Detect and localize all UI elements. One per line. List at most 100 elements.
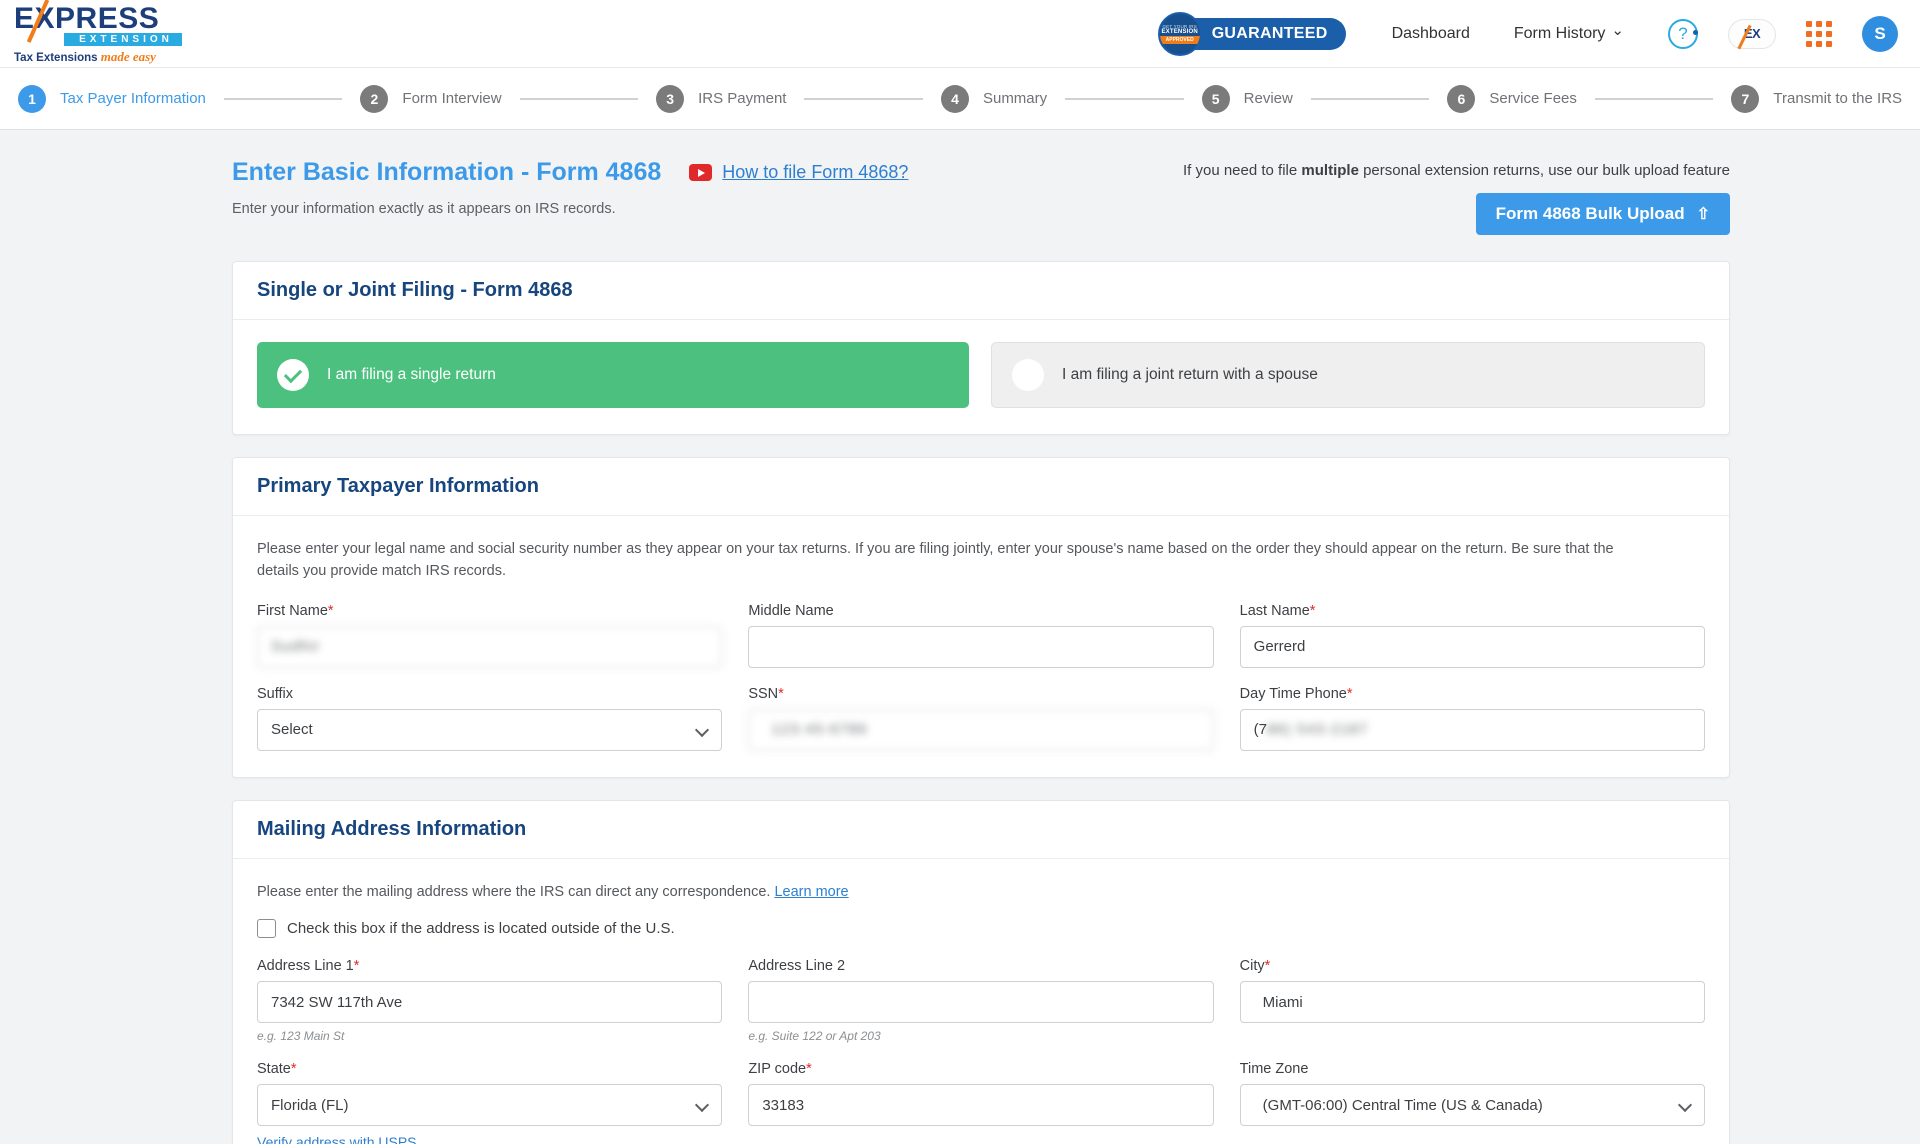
page-title-row: Enter Basic Information - Form 4868 How … [232, 158, 1183, 187]
step-1-tax-payer-information[interactable]: 1 Tax Payer Information [18, 84, 206, 113]
last-name-field: Last Name* [1239, 602, 1705, 668]
filing-choice-single[interactable]: I am filing a single return [257, 342, 969, 408]
ssn-input[interactable] [748, 708, 1214, 751]
step-connector-3 [804, 97, 923, 100]
step-7-transmit-to-the-irs[interactable]: 7 Transmit to the IRS [1731, 84, 1903, 113]
phone-visible-prefix: (7 [1253, 721, 1267, 739]
page-subtitle: Enter your information exactly as it app… [232, 201, 616, 217]
suffix-field: Suffix [257, 685, 723, 751]
zip-code-input[interactable] [748, 1084, 1214, 1127]
address-line-2-field: Address Line 2 e.g. Suite 122 or Apt 203 [748, 958, 1214, 1044]
mailing-address-card-header: Mailing Address Information [233, 801, 1729, 859]
address-line-1-input[interactable] [257, 981, 723, 1024]
filing-choice-row: I am filing a single return I am filing … [257, 342, 1705, 408]
approved-seal-icon: GET YOUR IRS EXTENSION APPROVED [1157, 11, 1202, 56]
page-title: Enter Basic Information - Form 4868 [232, 158, 662, 186]
check-circle-icon [277, 359, 309, 391]
city-label: City* [1240, 958, 1705, 974]
logo-tagline: Tax Extensions made easy [14, 49, 184, 65]
last-name-input[interactable] [1239, 625, 1705, 668]
tagline-italic: made easy [100, 49, 156, 64]
required-marker: * [1309, 602, 1316, 619]
progress-stepper: 1 Tax Payer Information 2 Form Interview… [0, 68, 1920, 130]
mailing-address-card: Mailing Address Information Please enter… [232, 799, 1730, 1144]
question-mark-icon[interactable]: ? [1668, 18, 1698, 49]
zip-code-field: ZIP code* [748, 1061, 1214, 1144]
ex-cloud-button[interactable]: EX [1728, 18, 1776, 49]
first-name-input[interactable] [257, 625, 723, 668]
user-avatar[interactable]: S [1862, 15, 1898, 52]
bulk-note-suffix: personal extension returns, use our bulk… [1358, 162, 1730, 179]
filing-type-card: Single or Joint Filing - Form 4868 I am … [232, 261, 1730, 435]
middle-name-input[interactable] [748, 625, 1214, 668]
apps-grid-icon[interactable] [1806, 20, 1832, 47]
city-label-text: City [1239, 958, 1265, 975]
primary-taxpayer-card-body: Please enter your legal name and social … [233, 516, 1729, 777]
step-3-irs-payment[interactable]: 3 IRS Payment [656, 84, 786, 113]
upload-arrow-icon: ⇧ [1696, 206, 1710, 223]
time-zone-field: Time Zone [1239, 1061, 1705, 1144]
primary-taxpayer-title: Primary Taxpayer Information [257, 475, 539, 497]
step-7-label: Transmit to the IRS [1773, 90, 1903, 107]
page-header-right: If you need to file multiple personal ex… [1183, 158, 1730, 235]
filing-choice-joint[interactable]: I am filing a joint return with a spouse [991, 342, 1705, 408]
address-line-2-hint: e.g. Suite 122 or Apt 203 [748, 1029, 881, 1044]
step-6-service-fees[interactable]: 6 Service Fees [1447, 84, 1577, 113]
city-field: City* [1239, 958, 1705, 1043]
how-to-file-link[interactable]: How to file Form 4868? [722, 162, 908, 183]
outside-us-checkbox[interactable] [257, 919, 276, 939]
learn-more-link[interactable]: Learn more [774, 884, 848, 900]
day-time-phone-label: Day Time Phone* [1240, 686, 1705, 702]
step-connector-5 [1310, 97, 1430, 100]
ssn-label-text: SSN [748, 685, 779, 702]
step-5-review[interactable]: 5 Review [1201, 84, 1293, 113]
help-button[interactable]: ? [1668, 18, 1698, 49]
state-field: State* Verify address with USPS [257, 1061, 723, 1144]
step-2-number: 2 [360, 84, 389, 113]
last-name-label-text: Last Name [1239, 602, 1310, 619]
step-2-form-interview[interactable]: 2 Form Interview [360, 84, 502, 113]
step-7-number: 7 [1731, 84, 1760, 113]
ssn-field: SSN* [748, 685, 1214, 751]
nav-dashboard[interactable]: Dashboard [1392, 25, 1470, 43]
address-line-1-label: Address Line 1* [257, 958, 722, 974]
first-name-label: First Name* [257, 603, 722, 619]
ex-cloud-icon[interactable]: EX [1728, 18, 1776, 49]
filing-type-card-body: I am filing a single return I am filing … [233, 320, 1729, 434]
middle-name-label: Middle Name [748, 602, 834, 619]
address-line-2-label: Address Line 2 [748, 958, 846, 975]
nav-form-history[interactable]: Form History [1514, 24, 1624, 43]
middle-name-field: Middle Name [748, 602, 1214, 668]
ssn-field-row: Suffix SSN* Day Time Phone* [257, 686, 1705, 751]
step-5-label: Review [1243, 90, 1293, 107]
logo-mark: EXPRESS [14, 0, 184, 43]
time-zone-label: Time Zone [1239, 1061, 1309, 1078]
first-name-label-text: First Name [257, 602, 328, 619]
required-marker: * [778, 685, 784, 702]
filing-type-card-header: Single or Joint Filing - Form 4868 [233, 262, 1729, 320]
required-marker: * [290, 1061, 297, 1078]
primary-taxpayer-helper: Please enter your legal name and social … [257, 541, 1614, 580]
step-5-number: 5 [1201, 84, 1230, 113]
step-connector-4 [1065, 97, 1184, 100]
day-time-phone-input[interactable]: (7 86) 543-2187 [1239, 708, 1705, 751]
brand-logo[interactable]: EXPRESS EXTENSION Tax Extensions made ea… [14, 0, 184, 65]
page-header-left: Enter Basic Information - Form 4868 How … [232, 158, 1183, 217]
step-4-summary[interactable]: 4 Summary [940, 84, 1047, 113]
verify-address-usps-link[interactable]: Verify address with USPS [257, 1134, 722, 1144]
suffix-select-wrap [257, 708, 723, 751]
state-select[interactable] [257, 1084, 723, 1127]
time-zone-select-wrap [1239, 1084, 1705, 1127]
address-line-2-input[interactable] [748, 981, 1214, 1024]
step-3-number: 3 [656, 84, 685, 113]
step-4-number: 4 [940, 84, 969, 113]
apps-button[interactable] [1806, 20, 1832, 47]
state-zip-timezone-row: State* Verify address with USPS ZIP code… [257, 1061, 1705, 1144]
video-play-icon[interactable] [689, 164, 713, 181]
suffix-select[interactable] [257, 708, 723, 751]
mailing-address-card-body: Please enter the mailing address where t… [233, 859, 1729, 1144]
time-zone-select[interactable] [1239, 1084, 1705, 1127]
suffix-label: Suffix [257, 685, 294, 702]
form-4868-bulk-upload-button[interactable]: Form 4868 Bulk Upload ⇧ [1475, 193, 1730, 235]
city-input[interactable] [1239, 981, 1705, 1024]
